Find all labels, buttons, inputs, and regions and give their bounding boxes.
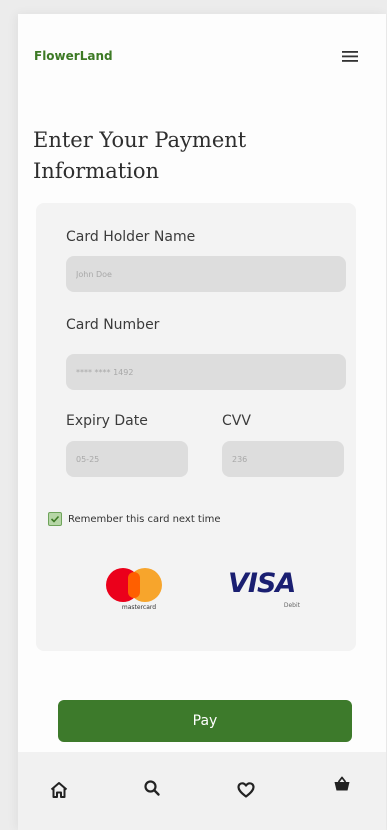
card-holder-input[interactable] xyxy=(66,256,346,292)
expiry-date-input[interactable] xyxy=(66,441,188,477)
header: FlowerLand xyxy=(34,48,359,70)
remember-label: Remember this card next time xyxy=(68,513,221,525)
remember-card-row[interactable]: Remember this card next time xyxy=(48,510,221,528)
home-icon[interactable] xyxy=(49,780,69,800)
search-icon[interactable] xyxy=(142,778,162,798)
bottom-navigation xyxy=(18,752,386,830)
expiry-date-label: Expiry Date xyxy=(66,413,148,429)
page-title: Enter Your Payment Information xyxy=(33,128,247,183)
visa-logo[interactable]: VISA Debit xyxy=(228,568,304,614)
mastercard-overlap xyxy=(128,572,140,598)
mastercard-logo[interactable]: mastercard xyxy=(106,568,172,614)
visa-wordmark: VISA xyxy=(228,568,296,599)
heart-icon[interactable] xyxy=(236,780,256,800)
card-holder-label: Card Holder Name xyxy=(66,229,196,245)
basket-icon[interactable] xyxy=(332,774,352,794)
remember-checkbox[interactable] xyxy=(48,512,62,526)
card-number-label: Card Number xyxy=(66,317,160,333)
hamburger-menu-icon[interactable] xyxy=(341,48,359,64)
cvv-input[interactable] xyxy=(222,441,344,477)
card-number-input[interactable] xyxy=(66,354,346,390)
brand-logo[interactable]: FlowerLand xyxy=(34,48,113,64)
checkmark-icon xyxy=(50,515,60,523)
visa-debit-label: Debit xyxy=(283,602,300,609)
cvv-label: CVV xyxy=(222,413,251,429)
mastercard-wordmark: mastercard xyxy=(121,604,157,611)
pay-button[interactable]: Pay xyxy=(58,700,352,742)
